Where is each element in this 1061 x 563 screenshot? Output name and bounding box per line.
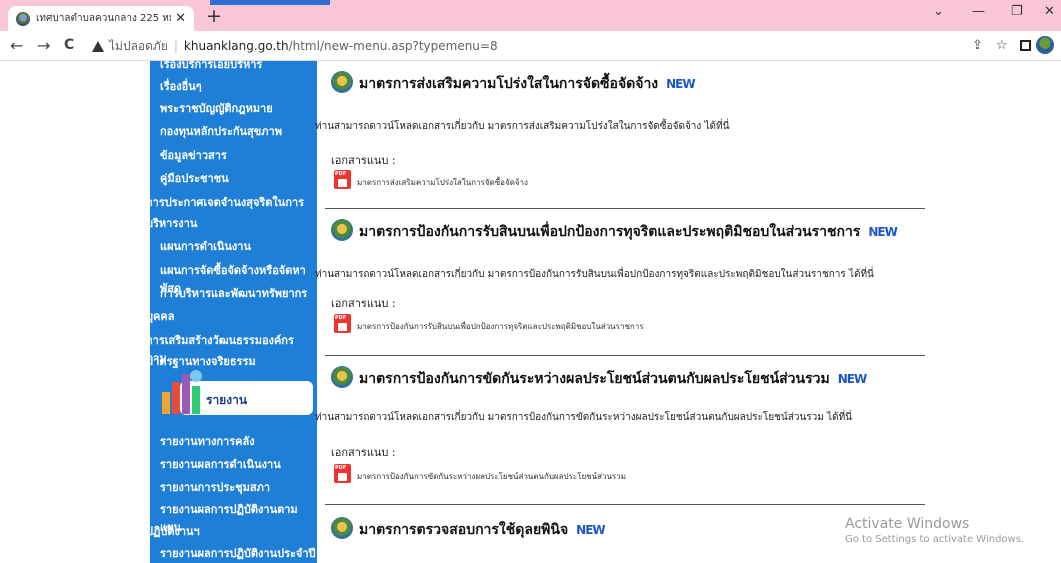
attachment-link[interactable]: มาตรการส่งเสริมความโปร่งใสในการจัดซื้อจั… (357, 176, 528, 189)
section-description: ท่านสามารถดาวน์โหลดเอกสารเกี่ยวกับ มาตรก… (315, 412, 852, 423)
report-chart-icon (162, 370, 202, 414)
section-emblem-icon (331, 219, 353, 241)
profile-avatar[interactable] (1036, 36, 1054, 54)
url-separator: | (173, 39, 178, 53)
warning-icon (92, 40, 104, 52)
sidebar-link-cont[interactable]: บริหารงาน (146, 214, 197, 232)
attachment-label: เอกสารแนบ : (331, 154, 396, 167)
section-divider (325, 504, 925, 505)
new-badge-icon: NEW (837, 372, 868, 386)
pdf-file-icon[interactable] (334, 170, 351, 189)
new-badge-icon: NEW (576, 523, 606, 537)
sidebar-link[interactable]: ข้อมูลข่าวสาร (160, 146, 227, 164)
browser-toolbar: ← → C ไม่ปลอดภัย | khuanklang.go.th /htm… (0, 31, 1061, 61)
new-badge-icon: NEW (868, 225, 898, 239)
section-divider (325, 208, 925, 209)
url-host: khuanklang.go.th (183, 39, 289, 53)
pdf-file-icon[interactable] (334, 314, 351, 333)
url-path: /html/new-menu.asp?typemenu=8 (288, 39, 498, 53)
new-badge-icon: NEW (666, 77, 696, 91)
section-description: ท่านสามารถดาวน์โหลดเอกสารเกี่ยวกับ มาตรก… (315, 269, 874, 280)
sidebar-link[interactable]: คู่มือประชาชน (160, 169, 229, 187)
section-title[interactable]: มาตรการป้องกันการขัดกันระหว่างผลประโยชน์… (359, 368, 868, 390)
attachment-label: เอกสารแนบ : (331, 446, 396, 459)
bookmark-star-icon[interactable]: ☆ (996, 38, 1008, 53)
tab-close-icon[interactable]: ✕ (175, 11, 186, 26)
pdf-file-icon[interactable] (334, 464, 351, 483)
sidebar-report-link[interactable]: รายงานผลการดำเนินงาน (160, 455, 281, 473)
section-title[interactable]: มาตรการส่งเสริมความโปร่งใสในการจัดซื้อจั… (359, 73, 696, 95)
attachment-label: เอกสารแนบ : (331, 297, 396, 310)
new-tab-button[interactable]: + (206, 5, 222, 27)
section-emblem-icon (331, 517, 353, 539)
reload-button[interactable]: C (64, 37, 74, 53)
maximize-button[interactable]: ❐ (1011, 4, 1023, 19)
attachment-link[interactable]: มาตรการป้องกันการขัดกันระหว่างผลประโยชน์… (357, 470, 626, 483)
section-title[interactable]: มาตรการป้องกันการรับสินบนเพื่อปกป้องการท… (359, 221, 898, 243)
attachment-link[interactable]: มาตรการป้องกันการรับสินบนเพื่อปกป้องการท… (357, 320, 644, 333)
sidebar-link[interactable]: พระราชบัญญัติกฎหมาย (160, 99, 273, 117)
section-emblem-icon (331, 366, 353, 388)
section-divider (325, 355, 925, 356)
windows-activation-hint: Go to Settings to activate Windows. (845, 534, 1025, 545)
security-label[interactable]: ไม่ปลอดภัย (109, 37, 168, 56)
sidebar-link-cont[interactable]: บุคคล (146, 307, 174, 325)
close-window-button[interactable]: ✕ (1044, 4, 1055, 19)
sidebar-link-clipped[interactable]: เรื่องบริการเอยบริหาร (160, 61, 262, 73)
browser-tab[interactable]: เทศบาลตำบลควนกลาง 225 หมู่ที่ 5 ต ✕ (8, 6, 194, 31)
sidebar-report-link-cont[interactable]: ปฏิบัติงานฯ (146, 522, 200, 540)
sidebar-link[interactable]: การประกาศเจตจำนงสุจริตในการ (146, 193, 304, 211)
section-title[interactable]: มาตรการตรวจสอบการใช้ดุลยพินิจ NEW (359, 519, 606, 541)
forward-button[interactable]: → (37, 36, 50, 55)
page-header-strip (210, 0, 330, 5)
sidebar: เรื่องบริการเอยบริหาร เรื่องอื่นๆ พระราช… (146, 61, 317, 563)
windows-activation-watermark: Activate Windows (845, 516, 970, 532)
share-icon[interactable]: ⇪ (972, 38, 983, 53)
report-heading: รายงาน (206, 393, 248, 407)
sidebar-link[interactable]: เรื่องอื่นๆ (160, 77, 202, 95)
side-panel-icon[interactable] (1020, 40, 1031, 51)
tab-search-chevron-icon[interactable]: ⌄ (933, 4, 944, 19)
tab-strip: เทศบาลตำบลควนกลาง 225 หมู่ที่ 5 ต ✕ + ⌄ … (0, 0, 1061, 31)
section-description: ท่านสามารถดาวน์โหลดเอกสารเกี่ยวกับ มาตรก… (315, 121, 730, 132)
sidebar-link[interactable]: แผนการดำเนินงาน (160, 237, 251, 255)
sidebar-link[interactable]: กองทุนหลักประกันสุขภาพ (160, 122, 282, 140)
web-page: เรื่องบริการเอยบริหาร เรื่องอื่นๆ พระราช… (0, 61, 1061, 563)
minimize-button[interactable]: — (972, 4, 985, 19)
sidebar-report-link[interactable]: รายงานผลการปฏิบัติงานประจำปี (160, 544, 316, 562)
sidebar-report-link[interactable]: รายงานทางการคลัง (160, 432, 255, 450)
back-button[interactable]: ← (10, 36, 23, 55)
sidebar-report-link[interactable]: รายงานการประชุมสภา (160, 478, 270, 496)
section-emblem-icon (331, 71, 353, 93)
site-favicon-icon (16, 11, 30, 26)
tab-title: เทศบาลตำบลควนกลาง 225 หมู่ที่ 5 ต (36, 13, 171, 24)
address-bar[interactable]: ไม่ปลอดภัย | khuanklang.go.th /html/new-… (92, 35, 952, 57)
sidebar-link[interactable]: การบริหารและพัฒนาทรัพยากร (160, 284, 307, 302)
